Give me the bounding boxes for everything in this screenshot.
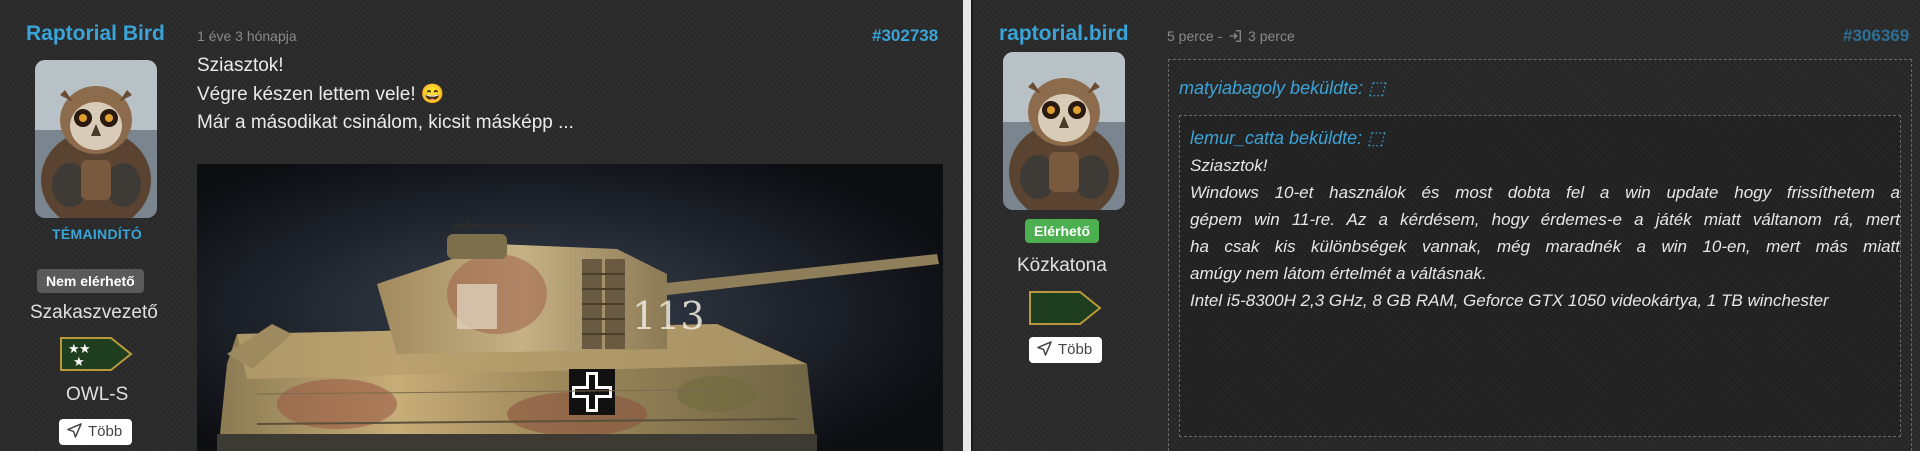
rank-badge-icon	[1028, 290, 1102, 326]
message-line: Sziasztok!	[197, 55, 284, 76]
post-author-username[interactable]: raptorial.bird	[999, 22, 1129, 46]
send-icon	[1037, 341, 1052, 356]
quote-block-inner: lemur_catta beküldte: ⬚ Sziasztok! Windo…	[1179, 115, 1901, 437]
post-left: Raptorial Bird TÉMAINDÍTÓ Nem elérhető S…	[0, 0, 965, 451]
tank-model-image: 113	[197, 164, 943, 451]
post-image[interactable]: 113	[197, 164, 943, 451]
quote-line: Sziasztok!	[1190, 156, 1268, 175]
more-button[interactable]: Több	[1029, 337, 1103, 363]
edit-time: 3 perce	[1248, 28, 1295, 44]
post-number-link[interactable]: #306369	[1843, 26, 1909, 46]
post-right: raptorial.bird Elérhető Közkatona Több 5…	[971, 0, 1920, 451]
quote-line: Windows 10-et használok és most dobta fe…	[1190, 183, 1900, 202]
turret-number: 113	[632, 294, 705, 338]
quote-link-icon[interactable]: ⬚	[1368, 78, 1385, 98]
owl-avatar-image	[35, 60, 157, 218]
sign-in-icon	[1229, 30, 1242, 42]
avatar[interactable]	[35, 60, 157, 218]
quote-author[interactable]: matyiabagoly beküldte: ⬚	[1179, 78, 1385, 99]
quote-line: ha csak kis különbségek vannak, még mara…	[1190, 237, 1900, 256]
quote-text: Sziasztok! Windows 10-et használok és mo…	[1190, 152, 1900, 314]
more-button[interactable]: Több	[59, 419, 133, 445]
panel-divider	[963, 0, 971, 451]
send-icon	[67, 423, 82, 438]
post-author-username[interactable]: Raptorial Bird	[26, 22, 165, 46]
quote-line: Intel i5-8300H 2,3 GHz, 8 GB RAM, Geforc…	[1190, 291, 1829, 310]
user-title: OWL-S	[66, 384, 129, 405]
message-line: Végre készen lettem vele! 😄	[197, 84, 445, 105]
quote-line: gépem win 11-re. Az a kérdésem, hogy érd…	[1190, 210, 1900, 229]
quote-line: amúgy nem látom értelmét a váltásnak.	[1190, 264, 1487, 283]
more-button-label: Több	[88, 423, 123, 440]
svg-text:★: ★	[73, 355, 85, 370]
rank-badge-icon: ★ ★ ★	[59, 336, 133, 372]
quote-author-label: lemur_catta beküldte:	[1190, 128, 1368, 148]
quote-author[interactable]: lemur_catta beküldte: ⬚	[1190, 128, 1384, 149]
post-number-link[interactable]: #302738	[872, 26, 938, 46]
thread-starter-tag: TÉMAINDÍTÓ	[52, 226, 143, 242]
post-time: 1 éve 3 hónapja	[197, 28, 297, 44]
avatar[interactable]	[1003, 52, 1125, 210]
owl-avatar-image	[1003, 52, 1125, 210]
post-meta: 5 perce - 3 perce	[1167, 28, 1295, 44]
status-badge: Elérhető	[1025, 219, 1100, 243]
rank-label: Közkatona	[1017, 255, 1107, 276]
status-badge: Nem elérhető	[37, 269, 144, 293]
quote-author-label: matyiabagoly beküldte:	[1179, 78, 1369, 98]
quote-link-icon[interactable]: ⬚	[1367, 128, 1384, 148]
more-button-label: Több	[1058, 341, 1093, 358]
rank-label: Szakaszvezető	[30, 302, 158, 323]
message-line: Már a másodikat csinálom, kicsit másképp…	[197, 112, 574, 133]
post-time: 5 perce -	[1167, 28, 1223, 44]
quote-block-outer: matyiabagoly beküldte: ⬚ lemur_catta bek…	[1168, 59, 1912, 451]
